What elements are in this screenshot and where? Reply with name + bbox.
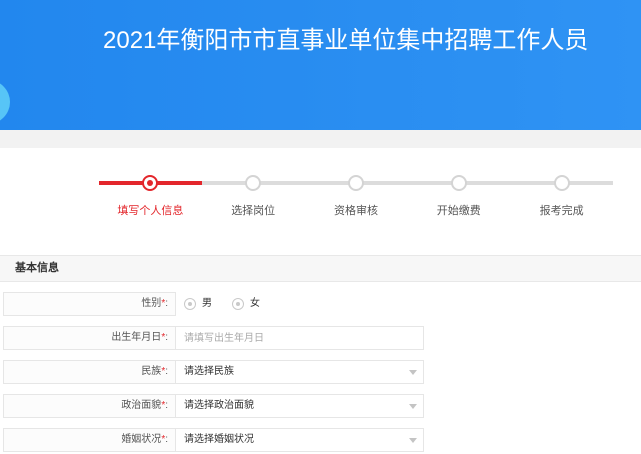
form-row-political-status: 政治面貌*: 请选择政治面貌 (3, 394, 424, 418)
step-circle-icon (142, 175, 159, 191)
form-row-ethnicity: 民族*: 请选择民族 (3, 360, 424, 384)
step-label: 选择岗位 (231, 205, 276, 217)
progress-steps: 填写个人信息 选择岗位 资格审核 开始缴费 报考完成 (99, 175, 613, 235)
form-row-birth-date: 出生年月日*: (3, 326, 424, 350)
chevron-down-icon (409, 438, 417, 443)
radio-icon (232, 298, 244, 310)
step-circle-icon (245, 175, 262, 191)
label-colon: : (165, 434, 168, 445)
step-circle-icon (450, 175, 467, 191)
step-label: 报考完成 (539, 205, 584, 217)
section-header: 基本信息 (0, 255, 641, 282)
label-text: 政治面貌 (121, 400, 162, 411)
marital-status-select-value: 请选择婚姻状况 (184, 434, 254, 445)
ethnicity-select-value: 请选择民族 (184, 366, 234, 377)
label-colon: : (165, 298, 168, 309)
label-text: 出生年月日 (111, 332, 162, 343)
label-colon: : (165, 332, 168, 343)
step-payment: 开始缴费 (407, 175, 510, 235)
political-status-select[interactable]: 请选择政治面貌 (176, 394, 424, 418)
step-select-position: 选择岗位 (202, 175, 305, 235)
marital-status-label: 婚姻状况*: (3, 428, 176, 452)
gender-label: 性别*: (3, 292, 176, 316)
radio-label: 女 (250, 298, 260, 309)
step-complete: 报考完成 (510, 175, 613, 235)
step-circle-icon (347, 175, 364, 191)
step-circle-icon (553, 175, 570, 191)
step-label: 开始缴费 (436, 205, 481, 217)
step-fill-info: 填写个人信息 (99, 175, 202, 235)
form-row-gender: 性别*: 男 女 (3, 292, 424, 316)
section-title: 基本信息 (15, 262, 59, 274)
birth-date-input[interactable] (176, 326, 424, 350)
chevron-down-icon (409, 404, 417, 409)
step-qualification-review: 资格审核 (305, 175, 408, 235)
ethnicity-select[interactable]: 请选择民族 (176, 360, 424, 384)
step-label: 填写个人信息 (117, 205, 184, 217)
ethnicity-label: 民族*: (3, 360, 176, 384)
radio-icon (184, 298, 196, 310)
political-status-select-value: 请选择政治面貌 (184, 400, 254, 411)
gender-option-female[interactable]: 女 (232, 293, 260, 315)
label-text: 民族 (141, 366, 162, 377)
registration-card: 填写个人信息 选择岗位 资格审核 开始缴费 报考完成 基本信息 性别*: 男 女… (0, 148, 641, 454)
label-text: 婚姻状况 (121, 434, 162, 445)
header-banner: 2021年衡阳市市直事业单位集中招聘工作人员 (0, 0, 641, 130)
banner-decoration (0, 80, 10, 124)
step-label: 资格审核 (333, 205, 378, 217)
birth-date-label: 出生年月日*: (3, 326, 176, 350)
label-text: 性别 (141, 298, 162, 309)
label-colon: : (165, 366, 168, 377)
chevron-down-icon (409, 370, 417, 375)
radio-label: 男 (202, 298, 212, 309)
gender-option-male[interactable]: 男 (184, 293, 212, 315)
page-title: 2021年衡阳市市直事业单位集中招聘工作人员 (103, 27, 589, 54)
basic-info-form: 性别*: 男 女 出生年月日*: 民族*: 请选择民族 (3, 292, 424, 454)
form-row-marital-status: 婚姻状况*: 请选择婚姻状况 (3, 428, 424, 452)
political-status-label: 政治面貌*: (3, 394, 176, 418)
gender-radio-group: 男 女 (176, 292, 424, 316)
label-colon: : (165, 400, 168, 411)
marital-status-select[interactable]: 请选择婚姻状况 (176, 428, 424, 452)
